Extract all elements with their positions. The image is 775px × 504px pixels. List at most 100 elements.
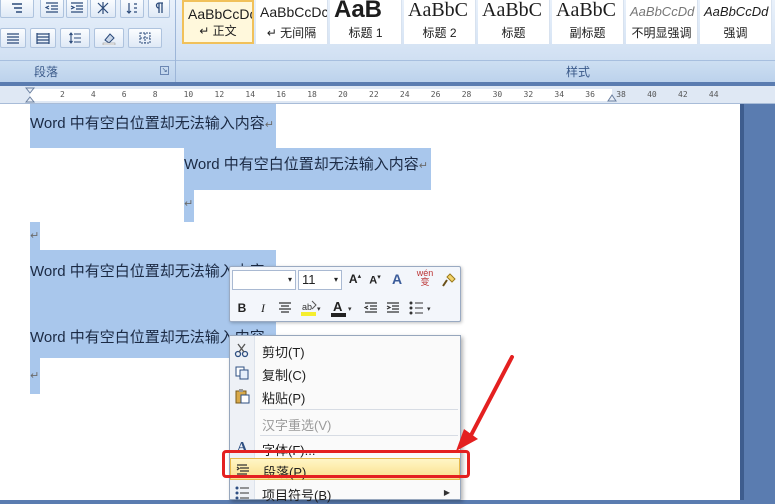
empty-line[interactable]: ↵	[30, 366, 39, 383]
menu-item-label: 项目符号(B)	[262, 488, 332, 503]
page-edge	[740, 104, 744, 500]
font-name-combo[interactable]: ▾	[232, 270, 296, 290]
ruler-tick-label: 2	[60, 90, 65, 99]
ruler-tick-label: 26	[430, 90, 441, 99]
document-line[interactable]: Word 中有空白位置却无法输入内容↵	[30, 112, 274, 133]
right-indent-marker-icon[interactable]	[607, 92, 617, 102]
shrink-font-icon[interactable]: A▾	[366, 273, 384, 287]
menu-item-label: 剪切(T)	[262, 345, 305, 360]
styles-group-label: 样式	[566, 65, 591, 79]
paragraph-mark: ↵	[30, 370, 40, 382]
ruler-tick-label: 8	[152, 90, 158, 99]
format-painter-icon[interactable]	[442, 273, 456, 287]
style-tile-heading2[interactable]: AaBbC 标题 2	[404, 0, 476, 44]
line-text: Word 中有空白位置却无法输入内容	[30, 115, 265, 132]
asian-layout-button[interactable]	[90, 0, 116, 18]
menu-item-cut[interactable]: 剪切(T)	[230, 339, 460, 361]
shading-button[interactable]	[94, 28, 124, 48]
group-separator	[175, 0, 176, 82]
decrease-indent-icon[interactable]	[364, 301, 378, 315]
increase-indent-button[interactable]	[66, 0, 88, 18]
style-tile-title[interactable]: AaBbC 标题	[478, 0, 550, 44]
bullets-icon[interactable]: ▾	[408, 300, 434, 316]
menu-separator	[260, 409, 458, 410]
style-name: 标题 1	[348, 26, 383, 40]
svg-text:A: A	[333, 299, 343, 314]
mini-toolbar: ▾ 11 ▾ A▴ A▾ A wén 变 B I ab ▾ A ▾ ▾	[229, 266, 461, 322]
pilcrow-icon	[155, 2, 163, 13]
paragraph-mark: ↵	[264, 119, 274, 131]
decrease-indent-icon	[45, 2, 58, 13]
chevron-down-icon: ▾	[287, 275, 292, 284]
scissors-icon	[234, 343, 249, 358]
menu-item-reconvert[interactable]: 汉字重选(V)	[230, 412, 460, 434]
annotation-arrow-icon	[456, 355, 514, 451]
phonetic-guide-icon[interactable]: wén 变	[416, 269, 434, 287]
menu-item-label: 汉字重选(V)	[262, 418, 332, 433]
ruler-tick-label: 24	[399, 90, 410, 99]
submenu-arrow-icon: ▶	[443, 488, 450, 497]
bold-icon[interactable]: B	[233, 301, 251, 315]
style-name: 强调	[723, 26, 748, 40]
show-marks-button[interactable]	[148, 0, 170, 18]
svg-text:▾: ▾	[427, 306, 431, 313]
style-name: 副标题	[569, 26, 606, 40]
menu-item-copy[interactable]: 复制(C)	[230, 362, 460, 384]
svg-text:▾: ▾	[348, 306, 352, 313]
document-line[interactable]: Word 中有空白位置却无法输入内容↵	[184, 153, 428, 174]
ruler-tick-label: 42	[678, 90, 688, 99]
ruler-tick-label: 32	[523, 90, 534, 99]
style-tile-subtitle[interactable]: AaBbC 副标题	[552, 0, 624, 44]
borders-button[interactable]	[128, 28, 162, 48]
style-name: 标题 2	[422, 26, 457, 40]
empty-line[interactable]: ↵	[30, 226, 39, 243]
horizontal-ruler[interactable]: 2 4 6 8 10 12 14 16 18 20 22 24 26 28 30 32 34 36 38 40 42 44	[0, 86, 775, 104]
center-align-icon[interactable]	[278, 302, 292, 314]
paragraph-mark: ↵	[30, 230, 40, 242]
sort-button[interactable]	[120, 0, 144, 18]
style-name: 不明显强调	[631, 26, 692, 40]
style-tile-emphasis[interactable]: AaBbCcDd 强调	[700, 0, 772, 44]
style-tile-normal[interactable]: AaBbCcDc ↵ 正文	[182, 0, 254, 44]
ruler-tick-label: 36	[585, 90, 595, 99]
left-indent-marker-icon[interactable]	[25, 87, 35, 103]
line-text: Word 中有空白位置却无法输入内容	[184, 156, 419, 173]
style-preview: AaBbCcDd	[630, 4, 695, 19]
ruler-tick-label: 22	[369, 90, 379, 99]
borders-icon	[139, 32, 151, 44]
highlight-icon[interactable]: ab ▾	[300, 299, 322, 317]
chevron-down-icon: ▾	[333, 275, 338, 284]
grow-font-icon[interactable]: A▴	[346, 272, 364, 286]
decrease-indent-button[interactable]	[40, 0, 64, 18]
ruler-tick-label: 20	[338, 90, 348, 99]
menu-item-bullets[interactable]: 项目符号(B) ▶	[230, 482, 460, 504]
ruler-tick-label: 34	[554, 90, 565, 99]
empty-line[interactable]: ↵	[184, 194, 193, 211]
bullets-icon	[235, 486, 249, 500]
ruler-tick-label: 4	[90, 90, 96, 99]
style-preview: AaBbC	[556, 0, 616, 21]
italic-icon[interactable]: I	[254, 301, 272, 316]
style-preview: AaBbCcDc	[188, 6, 254, 22]
shading-icon	[102, 33, 116, 45]
font-color-icon[interactable]: A ▾	[330, 298, 354, 318]
clear-format-icon[interactable]: A	[388, 271, 406, 287]
annotation-highlight-box	[222, 450, 470, 478]
ruler-tick-label: 6	[121, 90, 127, 99]
multilevel-list-button[interactable]	[0, 0, 34, 18]
justify-button[interactable]	[0, 28, 26, 48]
ruler-tick-label: 18	[307, 90, 317, 99]
line-spacing-button[interactable]	[60, 28, 90, 48]
menu-item-paste[interactable]: 粘贴(P)	[230, 385, 460, 407]
style-tile-subtle-emphasis[interactable]: AaBbCcDd 不明显强调	[626, 0, 698, 44]
style-tile-heading1[interactable]: AaB 标题 1	[330, 0, 402, 44]
distributed-button[interactable]	[30, 28, 56, 48]
ruler-tick-label: 14	[245, 90, 256, 99]
style-preview: AaBbC	[408, 0, 468, 21]
paragraph-dialog-launcher[interactable]: ↘	[160, 66, 169, 75]
style-name: ↵ 正文	[199, 24, 237, 38]
style-preview: AaB	[334, 0, 383, 23]
style-tile-no-spacing[interactable]: AaBbCcDc ↵ 无间隔	[256, 0, 328, 44]
increase-indent-icon[interactable]	[386, 301, 400, 315]
font-size-combo[interactable]: 11 ▾	[298, 270, 342, 290]
